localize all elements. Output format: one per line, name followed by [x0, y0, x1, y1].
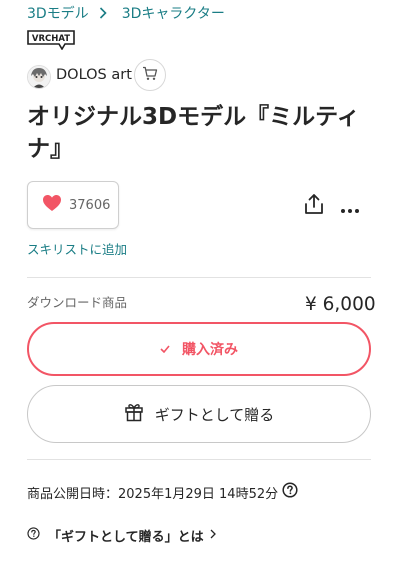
- like-count: 37606: [69, 197, 111, 213]
- purchased-button[interactable]: 購入済み: [27, 322, 371, 376]
- purchased-label: 購入済み: [182, 342, 238, 358]
- question-circle-icon[interactable]: [282, 482, 298, 502]
- heart-icon: [42, 194, 62, 216]
- breadcrumb-item-3d-character[interactable]: 3Dキャラクター: [122, 3, 225, 23]
- gift-label: ギフトとして贈る: [154, 405, 275, 424]
- chevron-right-icon: [210, 528, 216, 543]
- check-icon: [160, 342, 170, 357]
- share-button[interactable]: [303, 193, 325, 219]
- published-date: 商品公開日時：2025年1月29日 14時52分: [27, 482, 298, 502]
- divider: [27, 277, 371, 278]
- vrchat-badge: VRCHAT: [27, 30, 75, 54]
- gift-icon: [124, 402, 155, 426]
- add-to-wishlist-link[interactable]: スキリストに追加: [27, 239, 127, 258]
- vrchat-badge-label: VRCHAT: [32, 34, 70, 44]
- share-icon: [303, 194, 325, 219]
- breadcrumb: 3Dモデル 3Dキャラクター: [27, 3, 225, 23]
- gift-help-link[interactable]: 「ギフトとして贈る」とは: [27, 526, 216, 545]
- shop-cart-button[interactable]: [134, 59, 166, 91]
- more-icon: [340, 199, 360, 218]
- price: ¥ 6,000: [305, 294, 376, 315]
- shop-name[interactable]: DOLOS art: [56, 67, 132, 83]
- like-button[interactable]: 37606: [27, 181, 119, 229]
- divider: [27, 459, 371, 460]
- breadcrumb-item-3d-model[interactable]: 3Dモデル: [27, 3, 89, 23]
- page-title: オリジナル3Dモデル『ミルティナ』: [27, 104, 360, 162]
- published-date-label: 商品公開日時：2025年1月29日 14時52分: [27, 486, 279, 502]
- gift-help-label: 「ギフトとして贈る」とは: [48, 530, 204, 545]
- more-button[interactable]: [340, 199, 360, 218]
- variant-label: ダウンロード商品: [27, 295, 128, 310]
- avatar[interactable]: [27, 65, 51, 89]
- gift-button[interactable]: ギフトとして贈る: [27, 385, 371, 443]
- cart-icon: [142, 66, 158, 85]
- chevron-right-icon: [99, 6, 111, 20]
- question-circle-icon: [27, 527, 40, 544]
